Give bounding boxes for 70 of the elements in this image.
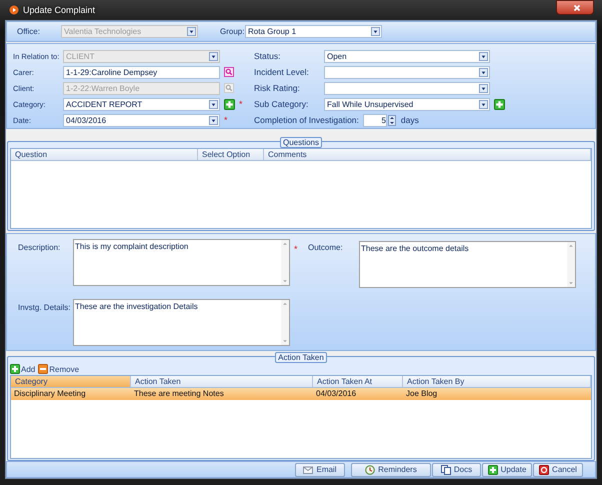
table-cell-text: 04/03/2016	[315, 388, 358, 400]
spinner-arrows-icon[interactable]	[388, 114, 396, 126]
caret-icon[interactable]	[479, 100, 488, 108]
dropdown-field[interactable]: Fall While Unsupervised	[324, 98, 490, 110]
field-label: Completion of Investigation:	[254, 115, 359, 125]
window-title: Update Complaint	[23, 5, 96, 15]
dropdown-field[interactable]: Open	[324, 50, 490, 62]
caret-icon[interactable]	[479, 68, 488, 76]
column-header[interactable]: Action Taken By	[403, 376, 591, 387]
dropdown-field[interactable]	[324, 66, 490, 78]
text-field[interactable]: 1-1-29:Caroline Dempsey	[63, 66, 220, 78]
update-button[interactable]: Update	[482, 462, 532, 476]
add-icon	[488, 464, 498, 474]
dropdown-field[interactable]: Rota Group 1	[245, 25, 382, 38]
cancel-button[interactable]: Cancel	[533, 462, 583, 476]
email-button[interactable]: Email	[295, 462, 345, 476]
add-icon[interactable]	[494, 98, 505, 110]
field-label: Risk Rating:	[254, 83, 301, 93]
text-area[interactable]: This is my complaint description	[73, 239, 290, 286]
dropdown-field[interactable]: 04/03/2016	[63, 114, 220, 126]
field-label: Description:	[18, 242, 62, 252]
table-cell-text: Joe Blog	[405, 388, 438, 400]
field-label: Group:	[220, 27, 245, 36]
documents-icon	[440, 464, 451, 474]
reminders-button[interactable]: Reminders	[351, 462, 431, 476]
field-label: Incident Level:	[254, 67, 310, 77]
number-field[interactable]: 5	[362, 114, 387, 126]
add-button[interactable]: Add	[10, 364, 36, 374]
caret-icon[interactable]	[209, 116, 218, 124]
caret-icon[interactable]	[209, 100, 218, 108]
scrollbar[interactable]	[567, 242, 575, 287]
caret-icon[interactable]	[479, 52, 488, 60]
clock-icon	[365, 464, 376, 474]
close-icon	[572, 2, 582, 12]
scrollbar[interactable]	[281, 240, 289, 285]
column-header[interactable]: Comments	[264, 149, 591, 160]
text-area[interactable]: These are the investigation Details	[73, 298, 290, 346]
column-header[interactable]: Action Taken At	[313, 376, 403, 387]
field-label: Sub Category:	[254, 99, 310, 109]
text-area[interactable]: These are the outcome details	[359, 241, 576, 288]
docs-button[interactable]: Docs	[432, 462, 481, 476]
required-mark: *	[239, 99, 243, 109]
add-icon[interactable]	[224, 98, 235, 110]
required-mark: *	[293, 243, 299, 254]
field-label: Status:	[254, 51, 282, 61]
table-row[interactable]: Disciplinary Meeting These are meeting Notes 04/03/2016 Joe Blog	[11, 388, 591, 400]
column-header[interactable]: Select Option	[198, 149, 264, 160]
dropdown-field[interactable]	[324, 82, 490, 94]
search-icon[interactable]	[224, 67, 234, 77]
unit-label: days	[400, 115, 419, 125]
table-cell-text: Disciplinary Meeting	[13, 388, 87, 400]
field-label: Office:	[17, 27, 41, 36]
column-header[interactable]: Question	[11, 149, 198, 160]
section-title: Questions	[280, 136, 322, 148]
field-label: Outcome:	[308, 242, 344, 252]
required-mark: *	[224, 115, 228, 125]
field-label: Invstg. Details:	[18, 302, 72, 312]
caret-icon[interactable]	[371, 27, 380, 36]
table-cell-text: These are meeting Notes	[133, 388, 225, 400]
app-icon	[9, 5, 19, 15]
section-title: Action Taken	[275, 352, 327, 362]
scrollbar[interactable]	[281, 300, 289, 344]
dropdown-field[interactable]: ACCIDENT REPORT	[63, 98, 220, 110]
close-button[interactable]	[556, 0, 594, 15]
caret-icon[interactable]	[479, 84, 488, 92]
cancel-icon	[539, 464, 550, 474]
envelope-icon	[303, 464, 314, 474]
remove-button[interactable]: Remove	[38, 364, 80, 374]
column-header[interactable]: Action Taken	[131, 376, 313, 387]
column-header[interactable]: Category	[11, 376, 131, 387]
